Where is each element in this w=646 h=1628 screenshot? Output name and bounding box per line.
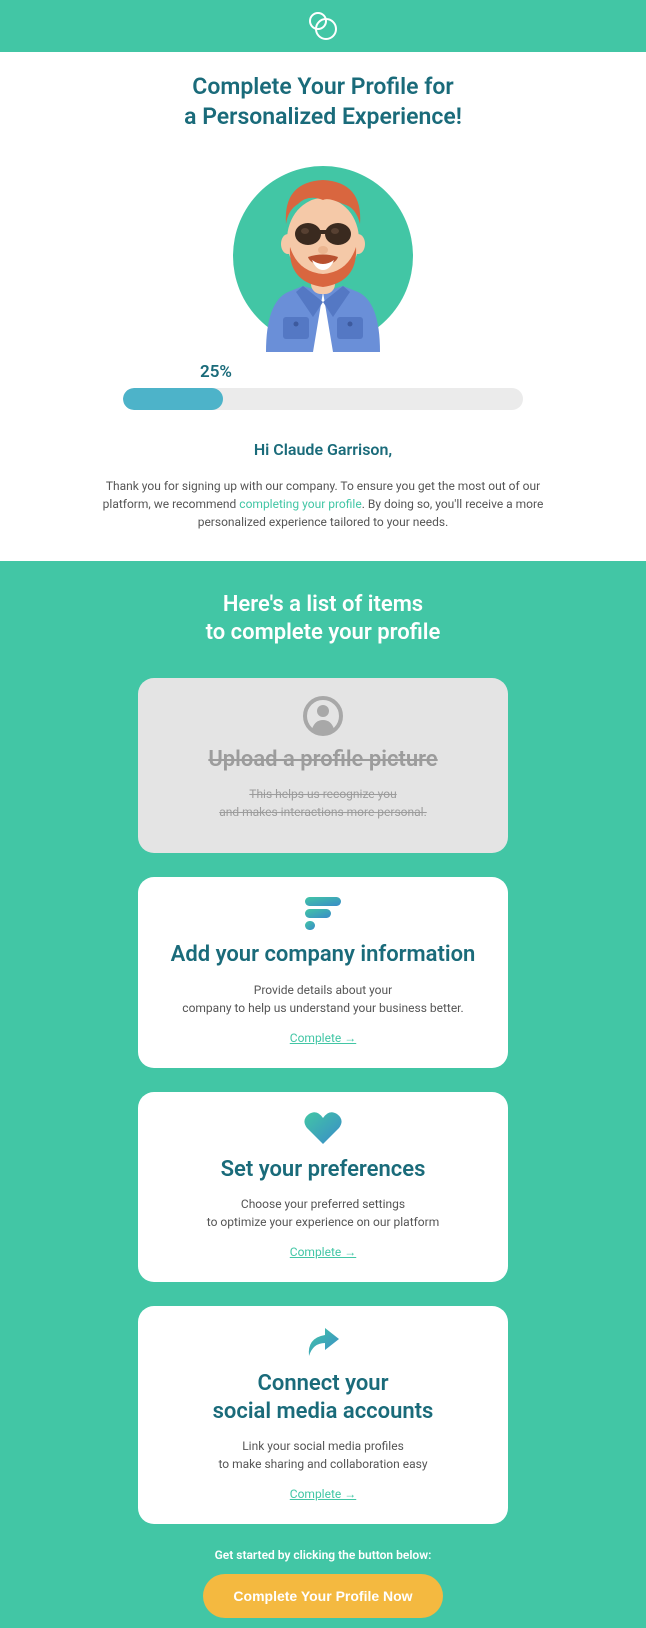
- card-desc: Choose your preferred settingsto optimiz…: [162, 1195, 484, 1231]
- complete-link[interactable]: Complete →: [290, 1245, 356, 1259]
- list-title: Here's a list of itemsto complete your p…: [0, 591, 646, 648]
- intro-link[interactable]: completing your profile: [239, 497, 361, 511]
- card-title: Set your preferences: [162, 1156, 484, 1184]
- share-icon: [162, 1324, 484, 1360]
- complete-link[interactable]: Complete →: [290, 1031, 356, 1045]
- checklist-section: Here's a list of itemsto complete your p…: [0, 561, 646, 1628]
- avatar: [0, 152, 646, 342]
- card-upload-picture: Upload a profile picture This helps us r…: [138, 678, 508, 854]
- complete-link[interactable]: Complete →: [290, 1487, 356, 1501]
- cta-text: Get started by clicking the button below…: [0, 1548, 646, 1562]
- cta-button[interactable]: Complete Your Profile Now: [203, 1574, 442, 1618]
- card-desc: Link your social media profilesto make s…: [162, 1437, 484, 1473]
- heart-icon: [162, 1110, 484, 1146]
- user-icon: [162, 696, 484, 736]
- page-title: Complete Your Profile fora Personalized …: [0, 72, 646, 132]
- greeting: Hi Claude Garrison,: [0, 440, 646, 459]
- card-title: Upload a profile picture: [162, 746, 484, 774]
- card-preferences: Set your preferences Choose your preferr…: [138, 1092, 508, 1283]
- card-company-info: Add your company information Provide det…: [138, 877, 508, 1068]
- avatar-illustration: [228, 152, 418, 352]
- progress-fill: [123, 388, 223, 410]
- intro-text: Thank you for signing up with our compan…: [83, 477, 563, 531]
- card-title: Connect yoursocial media accounts: [162, 1370, 484, 1425]
- card-desc: Provide details about yourcompany to hel…: [162, 981, 484, 1017]
- bars-icon: [162, 895, 484, 931]
- card-social-media: Connect yoursocial media accounts Link y…: [138, 1306, 508, 1524]
- card-desc: This helps us recognize youand makes int…: [162, 785, 484, 821]
- logo-icon: [309, 12, 337, 40]
- progress-label: 25%: [200, 362, 646, 382]
- card-title: Add your company information: [162, 941, 484, 969]
- header-bar: [0, 0, 646, 52]
- hero-section: Complete Your Profile fora Personalized …: [0, 52, 646, 561]
- progress-bar: [123, 388, 523, 410]
